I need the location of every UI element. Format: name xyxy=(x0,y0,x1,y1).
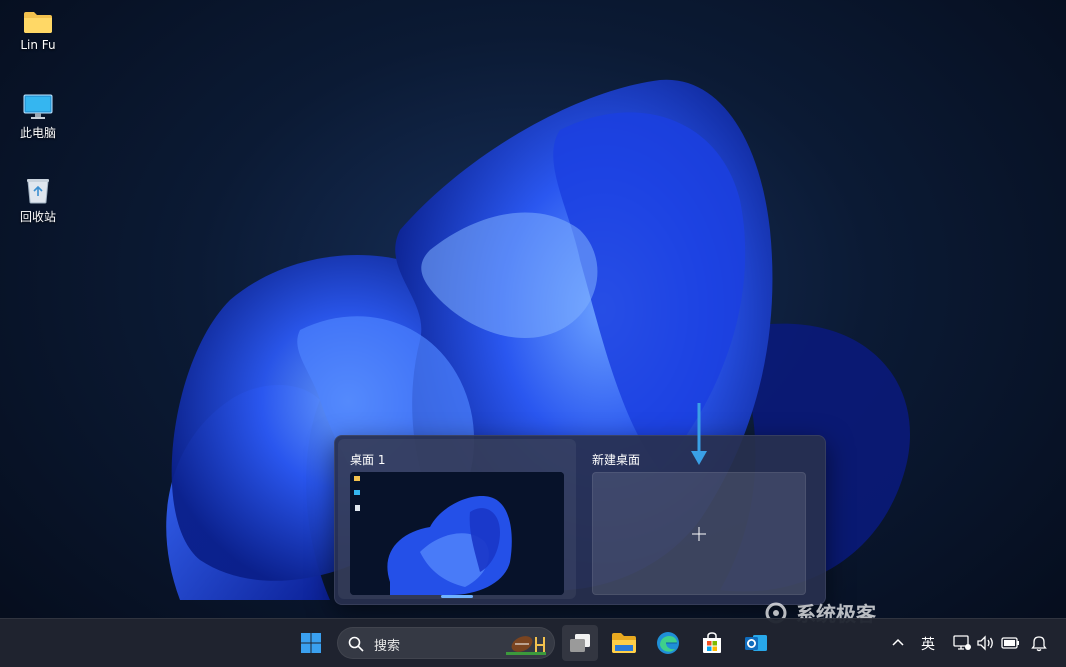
desktop-card-1[interactable]: 桌面 1 xyxy=(338,439,576,599)
task-view-panel: 桌面 1 新建桌面 xyxy=(334,435,826,605)
desktop-icon-recycle-bin[interactable]: 回收站 xyxy=(8,176,68,225)
store-icon xyxy=(703,632,721,653)
task-view-icon xyxy=(570,634,590,652)
edge-button[interactable] xyxy=(650,625,686,661)
file-explorer-icon xyxy=(612,633,636,653)
task-view-button[interactable] xyxy=(562,625,598,661)
add-desktop-button[interactable] xyxy=(592,472,806,595)
taskbar-search-box[interactable]: 搜索 xyxy=(337,627,555,659)
edge-icon xyxy=(657,632,679,654)
desktop-icon-label: 此电脑 xyxy=(19,126,56,140)
search-placeholder: 搜索 xyxy=(374,639,401,654)
desktop-thumbnail-image xyxy=(350,472,564,595)
input-method-indicator[interactable]: 英 xyxy=(921,634,935,654)
taskbar: 搜索 英 xyxy=(0,618,1066,667)
new-desktop-title: 新建桌面 xyxy=(592,453,641,467)
desktop-icon-this-pc[interactable]: 此电脑 xyxy=(8,94,68,141)
file-explorer-button[interactable] xyxy=(606,625,642,661)
desktop-card-title: 桌面 1 xyxy=(350,453,386,467)
recycle-bin-icon xyxy=(27,179,49,204)
desktop-icon-label: 回收站 xyxy=(19,210,56,224)
chevron-up-icon[interactable] xyxy=(891,637,905,647)
desktop-icon-lin-fu[interactable]: Lin Fu xyxy=(8,10,68,52)
monitor-icon xyxy=(23,94,53,119)
desktop-icon-label: Lin Fu xyxy=(20,38,56,52)
store-button[interactable] xyxy=(694,625,730,661)
search-icon xyxy=(348,636,364,652)
battery-icon[interactable] xyxy=(1001,635,1021,651)
annotation-arrow-icon xyxy=(691,403,707,465)
outlook-icon xyxy=(745,635,767,651)
active-desktop-indicator xyxy=(441,595,473,598)
notification-bell-icon[interactable] xyxy=(1031,634,1047,652)
outlook-button[interactable] xyxy=(738,625,774,661)
folder-icon xyxy=(24,12,52,33)
start-icon xyxy=(301,633,321,653)
network-icon[interactable] xyxy=(953,634,971,652)
plus-icon xyxy=(692,526,706,541)
volume-icon[interactable] xyxy=(976,634,996,652)
desktop-1-thumbnail[interactable] xyxy=(350,472,564,595)
start-button[interactable] xyxy=(293,625,329,661)
search-highlight-icon xyxy=(506,636,546,655)
